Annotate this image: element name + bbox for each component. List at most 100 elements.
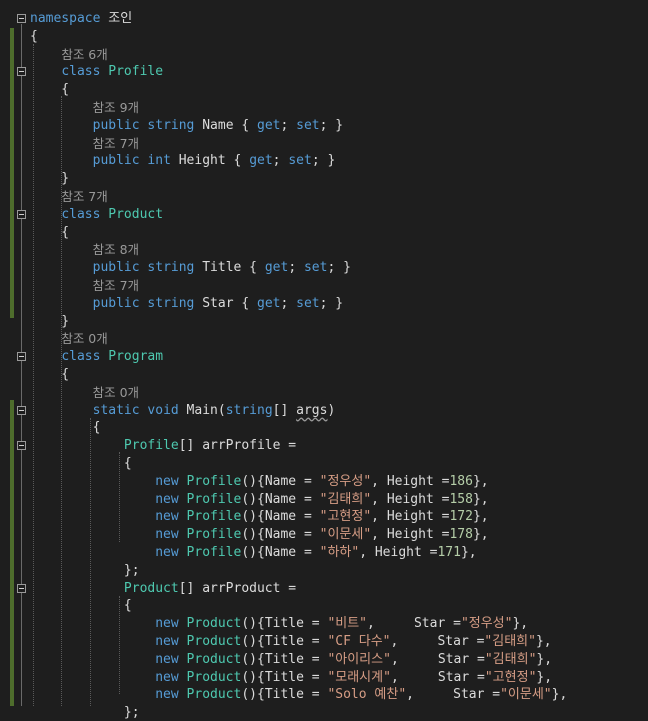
code-token: ; } xyxy=(327,260,351,276)
code-line[interactable]: 참조 7개 xyxy=(0,188,648,205)
code-token: Product xyxy=(186,669,242,685)
code-token: "아이리스" xyxy=(327,651,391,667)
code-line[interactable]: new Profile(){Name = "고현정", Height =172}… xyxy=(0,508,648,525)
code-token: Main( xyxy=(178,402,226,418)
code-token: get xyxy=(257,295,281,311)
reference-count-lens[interactable]: 참조 8개 xyxy=(93,242,139,257)
code-line[interactable]: new Product(){Title = "아이리스", Star ="김태희… xyxy=(0,651,648,668)
code-line[interactable]: 참조 0개 xyxy=(0,330,648,347)
code-line[interactable]: new Profile(){Name = "정우성", Height =186}… xyxy=(0,473,648,490)
code-line[interactable]: } xyxy=(0,170,648,187)
reference-count-lens[interactable]: 참조 7개 xyxy=(61,189,107,204)
code-line[interactable]: new Product(){Title = "CF 다수", Star ="김태… xyxy=(0,633,648,650)
code-line[interactable]: 참조 0개 xyxy=(0,384,648,401)
code-token: (){Name = xyxy=(241,491,320,507)
code-token: new xyxy=(155,509,179,525)
code-line[interactable]: public string Star { get; set; } xyxy=(0,295,648,312)
fold-collapse-icon[interactable] xyxy=(17,441,26,451)
code-line[interactable]: { xyxy=(0,28,648,45)
code-token: }, xyxy=(472,473,489,489)
code-token: } xyxy=(30,313,70,329)
fold-collapse-icon[interactable] xyxy=(17,209,26,219)
code-line[interactable]: { xyxy=(0,597,648,614)
code-line[interactable]: { xyxy=(0,455,648,472)
code-line[interactable]: { xyxy=(0,81,648,98)
code-token: set xyxy=(288,153,312,169)
code-token: [] xyxy=(272,402,297,418)
code-text: { xyxy=(30,224,69,241)
code-token: Star { xyxy=(194,295,258,311)
code-line[interactable]: class Program xyxy=(0,348,648,365)
code-line[interactable]: 참조 6개 xyxy=(0,46,648,63)
code-line[interactable]: }; xyxy=(0,562,648,579)
code-token: Profile xyxy=(186,509,242,525)
code-token: Product xyxy=(186,687,242,703)
code-line[interactable]: new Product(){Title = "모래시계", Star ="고현정… xyxy=(0,669,648,686)
code-token: { xyxy=(30,224,70,240)
code-line[interactable]: 참조 7개 xyxy=(0,277,648,294)
code-editor[interactable]: namespace 조인{ 참조 6개 class Profile { 참조 9… xyxy=(0,0,648,720)
code-token: 158 xyxy=(449,491,473,507)
code-line[interactable]: }; xyxy=(0,704,648,721)
code-token: "고현정" xyxy=(319,509,372,525)
code-line[interactable]: class Product xyxy=(0,206,648,223)
fold-collapse-icon[interactable] xyxy=(17,352,26,362)
code-line[interactable]: public int Height { get; set; } xyxy=(0,152,648,169)
code-line[interactable]: new Profile(){Name = "김태희", Height =158}… xyxy=(0,491,648,508)
code-line[interactable]: new Profile(){Name = "하하", Height =171}, xyxy=(0,544,648,561)
code-line[interactable]: namespace 조인 xyxy=(0,10,648,27)
code-token: Name { xyxy=(194,117,258,133)
code-token: public xyxy=(92,117,140,133)
code-token: (){Title = xyxy=(241,651,328,667)
code-text: 참조 7개 xyxy=(30,188,107,205)
code-line[interactable]: Profile[] arrProfile = xyxy=(0,437,648,454)
code-line[interactable]: { xyxy=(0,366,648,383)
code-line[interactable]: 참조 7개 xyxy=(0,135,648,152)
code-token: 171 xyxy=(437,545,461,560)
code-token: }, xyxy=(472,509,489,525)
code-line[interactable]: { xyxy=(0,419,648,436)
code-text: class Program xyxy=(30,348,163,365)
code-line[interactable]: new Product(){Title = "Solo 예찬", Star ="… xyxy=(0,686,648,703)
code-token: namespace xyxy=(30,11,101,26)
code-token: "하하" xyxy=(319,545,360,560)
fold-collapse-icon[interactable] xyxy=(17,67,26,77)
code-line[interactable]: { xyxy=(0,224,648,241)
code-line[interactable]: public string Title { get; set; } xyxy=(0,259,648,276)
reference-count-lens[interactable]: 참조 9개 xyxy=(93,100,139,115)
reference-count-lens[interactable]: 참조 0개 xyxy=(61,331,107,346)
code-token: class xyxy=(61,349,101,365)
code-token: ; } xyxy=(319,295,344,311)
code-line[interactable]: Product[] arrProduct = xyxy=(0,580,648,597)
fold-collapse-icon[interactable] xyxy=(17,583,26,593)
code-line[interactable]: 참조 9개 xyxy=(0,99,648,116)
reference-count-lens[interactable]: 참조 6개 xyxy=(61,47,107,62)
reference-count-lens[interactable]: 참조 7개 xyxy=(93,136,139,151)
code-line[interactable]: new Profile(){Name = "이문세", Height =178}… xyxy=(0,526,648,543)
code-line[interactable]: 참조 8개 xyxy=(0,241,648,258)
code-line[interactable]: public string Name { get; set; } xyxy=(0,117,648,134)
code-token: "김태희" xyxy=(484,634,536,649)
code-line[interactable]: } xyxy=(0,313,648,330)
code-token: "이문세" xyxy=(500,687,552,703)
code-token: }, xyxy=(536,669,553,685)
code-text: new Profile(){Name = "김태희", Height =158}… xyxy=(30,491,488,508)
reference-count-lens[interactable]: 참조 0개 xyxy=(93,385,139,400)
code-token: ; } xyxy=(311,153,336,169)
code-token: (){Title = xyxy=(241,634,328,649)
code-token: Product xyxy=(123,580,179,596)
fold-collapse-icon[interactable] xyxy=(17,405,26,415)
reference-count-lens[interactable]: 참조 7개 xyxy=(93,278,139,293)
code-line[interactable]: new Product(){Title = "비트", Star ="정우성"}… xyxy=(0,615,648,632)
code-line[interactable]: class Profile xyxy=(0,63,648,80)
fold-collapse-icon[interactable] xyxy=(17,14,26,23)
code-line[interactable]: static void Main(string[] args) xyxy=(0,402,648,419)
